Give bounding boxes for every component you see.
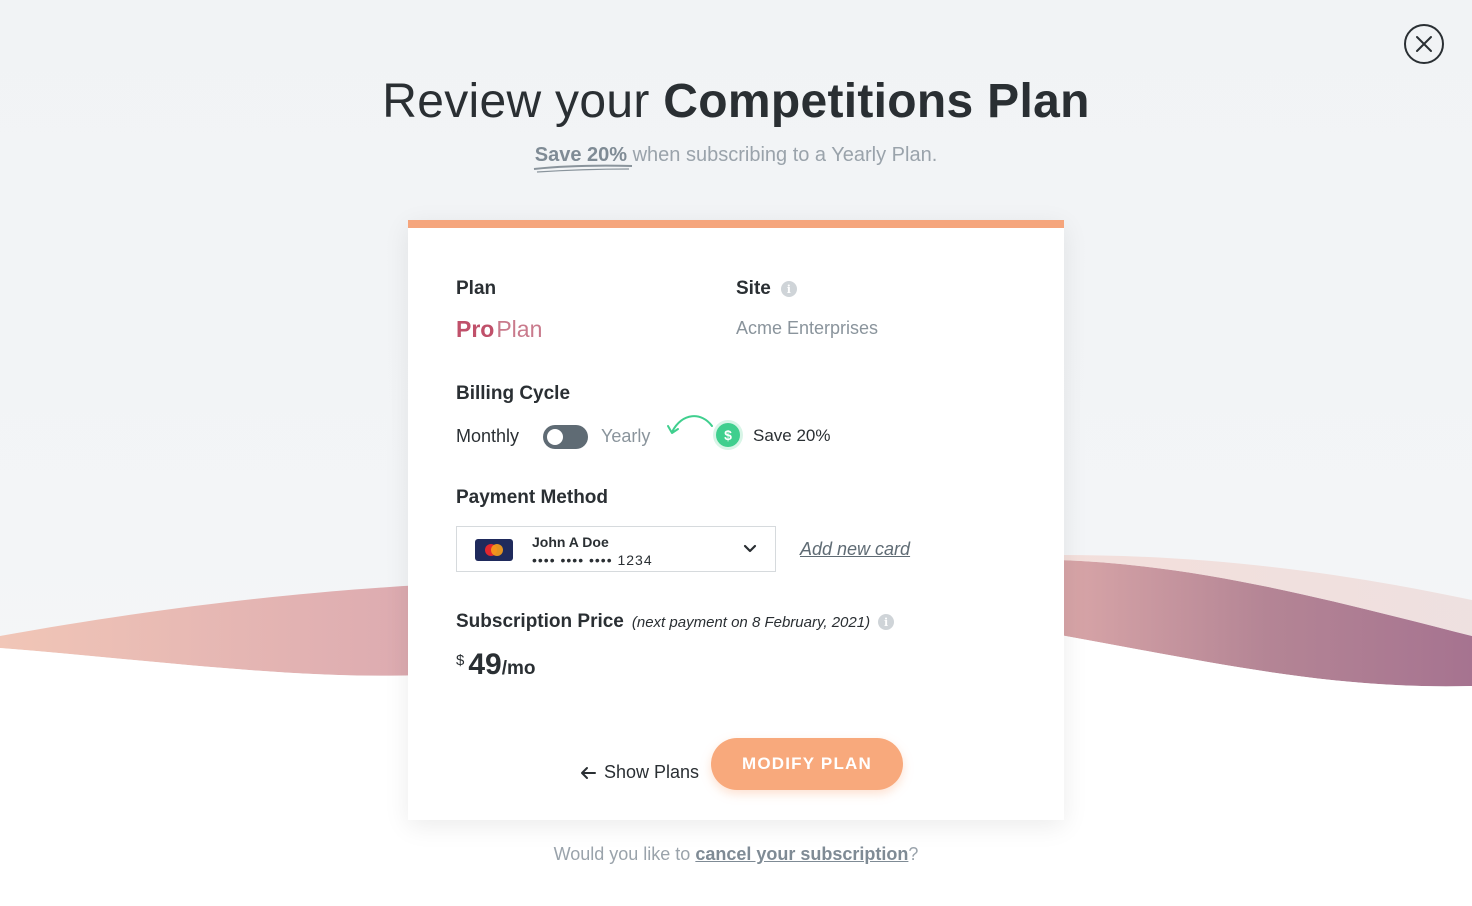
plan-value-rest: Plan	[496, 316, 543, 342]
mastercard-icon	[475, 539, 513, 561]
billing-yearly-label[interactable]: Yearly	[601, 426, 650, 447]
subtitle-save-highlight: Save 20%	[533, 144, 632, 173]
show-plans-label: Show Plans	[604, 762, 700, 782]
toggle-knob	[547, 429, 563, 445]
price-period: /mo	[501, 658, 536, 679]
price-currency: $	[456, 652, 465, 669]
info-icon[interactable]: i	[780, 281, 797, 297]
card-holder-name: John A Doe	[532, 534, 609, 550]
page-title-strong: Competitions Plan	[663, 75, 1090, 128]
payment-card-select[interactable]: John A Doe •••• •••• •••• 1234	[456, 526, 776, 572]
cancel-subscription-link[interactable]: cancel your subscription	[695, 844, 908, 864]
cancel-suffix: ?	[908, 844, 919, 864]
billing-save-text: Save 20%	[753, 426, 831, 445]
scribble-underline	[533, 164, 632, 173]
modify-plan-button[interactable]: MODIFY PLAN	[711, 738, 903, 790]
plan-value: ProPlan	[456, 316, 542, 343]
site-label: Site	[736, 278, 771, 299]
curved-arrow-icon	[667, 415, 713, 434]
arrow-left-icon	[581, 766, 596, 779]
close-button[interactable]	[1404, 24, 1444, 64]
billing-monthly-label[interactable]: Monthly	[456, 426, 519, 447]
plan-review-card: Plan Site i ProPlan Acme Enterprises Bil…	[408, 220, 1064, 820]
cancel-subscription-line: Would you like to cancel your subscripti…	[0, 844, 1472, 865]
subscription-price-label-row: Subscription Price (next payment on 8 Fe…	[456, 611, 895, 633]
site-value: Acme Enterprises	[736, 318, 879, 338]
billing-cycle-row: Monthly Yearly $ Save 20%	[456, 415, 1016, 456]
page-subtitle: Save 20% when subscribing to a Yearly Pl…	[0, 144, 1472, 173]
card-number: •••• •••• •••• 1234	[532, 552, 653, 568]
plan-value-bold: Pro	[456, 316, 495, 342]
chevron-down-icon	[743, 544, 757, 553]
subscription-price: $49/mo	[456, 648, 536, 682]
payment-method-label: Payment Method	[456, 487, 609, 508]
site-label-row: Site i	[736, 278, 797, 300]
price-amount: 49	[468, 648, 502, 681]
info-icon[interactable]: i	[878, 614, 895, 630]
page-title-light: Review your	[382, 75, 650, 128]
subscription-price-label: Subscription Price	[456, 611, 624, 632]
subtitle-rest: when subscribing to a Yearly Plan.	[632, 144, 938, 166]
add-new-card-link[interactable]: Add new card	[800, 539, 910, 560]
plan-label: Plan	[456, 278, 497, 299]
billing-cycle-label: Billing Cycle	[456, 383, 571, 404]
billing-cycle-toggle[interactable]	[543, 425, 588, 449]
cancel-prefix: Would you like to	[553, 844, 691, 864]
page-title: Review your Competitions Plan	[0, 74, 1472, 129]
show-plans-button[interactable]: Show Plans	[580, 762, 699, 783]
dollar-icon: $	[716, 423, 740, 447]
close-icon	[1416, 36, 1432, 52]
next-payment-note: (next payment on 8 February, 2021)	[631, 613, 871, 631]
